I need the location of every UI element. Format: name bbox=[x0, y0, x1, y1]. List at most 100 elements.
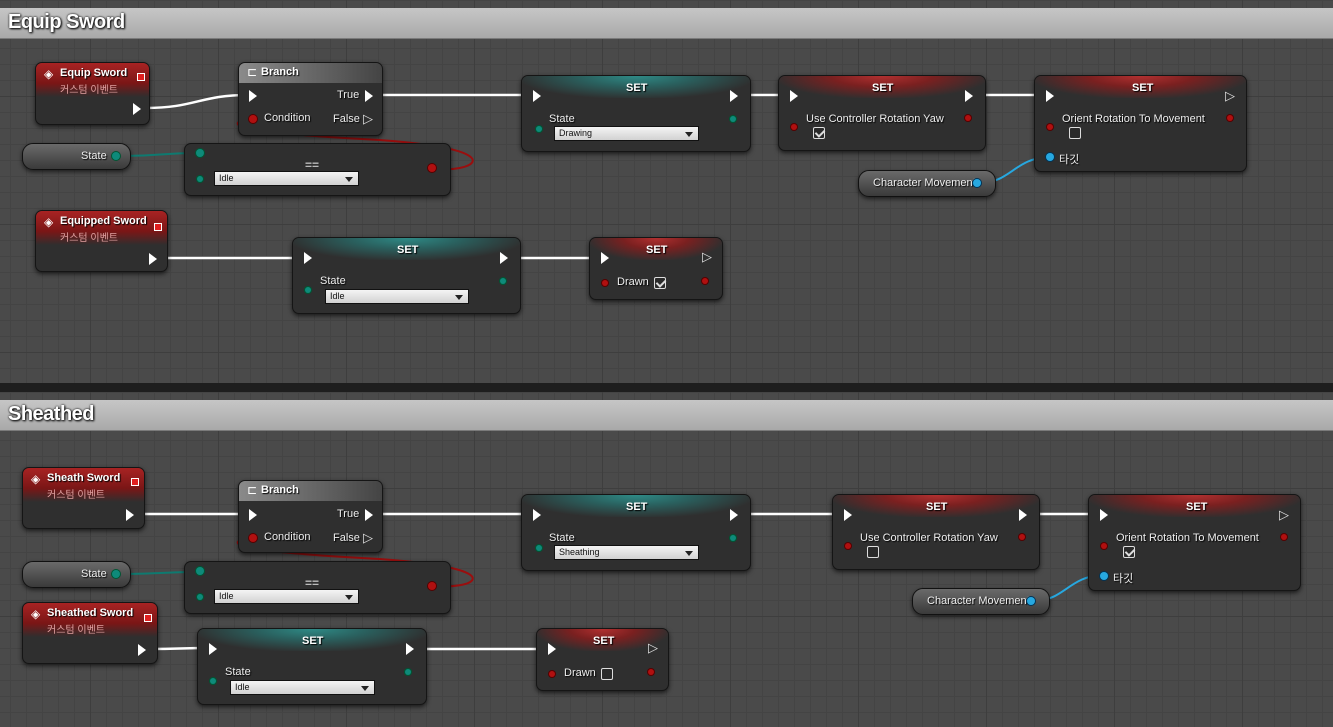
state-in-pin[interactable] bbox=[305, 287, 311, 293]
set-state-idle-node[interactable]: SET State Idle bbox=[197, 628, 427, 705]
yaw-in-pin[interactable] bbox=[845, 543, 851, 549]
state-out-pin[interactable] bbox=[112, 570, 120, 578]
state-out-pin[interactable] bbox=[405, 669, 411, 675]
exec-in-pin[interactable] bbox=[533, 509, 541, 521]
exec-out-pin[interactable] bbox=[133, 103, 141, 115]
orient-out-pin[interactable] bbox=[1227, 115, 1233, 121]
state-variable-node[interactable]: State bbox=[22, 561, 131, 588]
exec-out-pin[interactable]: ▷ bbox=[1279, 508, 1289, 521]
equals-enum-dropdown[interactable]: Idle bbox=[214, 589, 359, 604]
set-state-node[interactable]: SET State Drawing bbox=[521, 75, 751, 152]
drawn-in-pin[interactable] bbox=[549, 671, 555, 677]
condition-pin[interactable] bbox=[249, 115, 257, 123]
set-drawn-node[interactable]: SET ▷ Drawn bbox=[589, 237, 723, 300]
branch-node[interactable]: ⊏ Branch True Condition False ▷ bbox=[238, 480, 383, 553]
exec-out-pin[interactable] bbox=[730, 509, 738, 521]
set-orient-rotation-node[interactable]: SET ▷ Orient Rotation To Movement 타깃 bbox=[1088, 494, 1301, 591]
exec-out-pin[interactable] bbox=[149, 253, 157, 265]
comment-box-sheathed[interactable]: Sheathed ◈ Sheath Sword 커스텀 이벤트 ⊏ Branch… bbox=[0, 392, 1333, 727]
condition-pin[interactable] bbox=[249, 534, 257, 542]
orient-in-pin[interactable] bbox=[1047, 124, 1053, 130]
state-dropdown[interactable]: Idle bbox=[230, 680, 375, 695]
equals-in-a-pin[interactable] bbox=[196, 149, 204, 157]
exec-out-pin[interactable] bbox=[406, 643, 414, 655]
yaw-out-pin[interactable] bbox=[1019, 534, 1025, 540]
comment-box-equip-sword[interactable]: Equip Sword ◈ Equip Sword 커스텀 이벤트 ⊏ Bran… bbox=[0, 0, 1333, 384]
true-exec-pin[interactable] bbox=[365, 90, 373, 102]
orient-in-pin[interactable] bbox=[1101, 543, 1107, 549]
delegate-pin[interactable] bbox=[144, 614, 152, 622]
true-exec-pin[interactable] bbox=[365, 509, 373, 521]
exec-out-pin[interactable]: ▷ bbox=[1225, 89, 1235, 102]
equals-in-b-pin[interactable] bbox=[197, 594, 203, 600]
state-variable-node[interactable]: State bbox=[22, 143, 131, 170]
drawn-checkbox[interactable] bbox=[654, 277, 666, 289]
comment-header[interactable]: Sheathed bbox=[0, 400, 1333, 431]
drawn-in-pin[interactable] bbox=[602, 280, 608, 286]
exec-out-pin[interactable]: ▷ bbox=[702, 250, 712, 263]
exec-out-pin[interactable] bbox=[500, 252, 508, 264]
state-dropdown[interactable]: Drawing bbox=[554, 126, 699, 141]
false-exec-pin[interactable]: ▷ bbox=[363, 112, 373, 125]
equals-enum-node[interactable]: == Idle bbox=[184, 143, 451, 196]
branch-node[interactable]: ⊏ Branch True Condition False ▷ bbox=[238, 62, 383, 136]
yaw-checkbox[interactable] bbox=[867, 546, 879, 558]
exec-in-pin[interactable] bbox=[249, 90, 257, 102]
exec-in-pin[interactable] bbox=[1100, 509, 1108, 521]
drawn-out-pin[interactable] bbox=[648, 669, 654, 675]
exec-in-pin[interactable] bbox=[209, 643, 217, 655]
exec-out-pin[interactable] bbox=[1019, 509, 1027, 521]
exec-in-pin[interactable] bbox=[844, 509, 852, 521]
event-node-sheathed-sword[interactable]: ◈ Sheathed Sword 커스텀 이벤트 bbox=[22, 602, 158, 664]
state-out-pin[interactable] bbox=[500, 278, 506, 284]
exec-out-pin[interactable]: ▷ bbox=[648, 641, 658, 654]
equals-enum-dropdown[interactable]: Idle bbox=[214, 171, 359, 186]
set-state-idle-node[interactable]: SET State Idle bbox=[292, 237, 521, 314]
event-node-sheath-sword[interactable]: ◈ Sheath Sword 커스텀 이벤트 bbox=[22, 467, 145, 529]
drawn-checkbox[interactable] bbox=[601, 668, 613, 680]
state-out-pin[interactable] bbox=[730, 535, 736, 541]
delegate-pin[interactable] bbox=[154, 223, 162, 231]
exec-out-pin[interactable] bbox=[730, 90, 738, 102]
orient-out-pin[interactable] bbox=[1281, 534, 1287, 540]
equals-in-b-pin[interactable] bbox=[197, 176, 203, 182]
target-pin[interactable] bbox=[1100, 572, 1108, 580]
event-node-equip-sword[interactable]: ◈ Equip Sword 커스텀 이벤트 bbox=[35, 62, 150, 125]
set-orient-rotation-node[interactable]: SET ▷ Orient Rotation To Movement 타깃 bbox=[1034, 75, 1247, 172]
yaw-checkbox[interactable] bbox=[813, 127, 825, 139]
char-movement-out-pin[interactable] bbox=[1027, 597, 1035, 605]
state-dropdown[interactable]: Idle bbox=[325, 289, 469, 304]
set-state-node[interactable]: SET State Sheathing bbox=[521, 494, 751, 571]
exec-in-pin[interactable] bbox=[790, 90, 798, 102]
exec-out-pin[interactable] bbox=[965, 90, 973, 102]
drawn-out-pin[interactable] bbox=[702, 278, 708, 284]
exec-in-pin[interactable] bbox=[1046, 90, 1054, 102]
state-in-pin[interactable] bbox=[536, 126, 542, 132]
yaw-out-pin[interactable] bbox=[965, 115, 971, 121]
yaw-in-pin[interactable] bbox=[791, 124, 797, 130]
exec-in-pin[interactable] bbox=[533, 90, 541, 102]
exec-in-pin[interactable] bbox=[249, 509, 257, 521]
set-controller-yaw-node[interactable]: SET Use Controller Rotation Yaw bbox=[832, 494, 1040, 570]
equals-enum-node[interactable]: == Idle bbox=[184, 561, 451, 614]
state-out-pin[interactable] bbox=[112, 152, 120, 160]
false-exec-pin[interactable]: ▷ bbox=[363, 531, 373, 544]
target-pin[interactable] bbox=[1046, 153, 1054, 161]
delegate-pin[interactable] bbox=[131, 478, 139, 486]
state-out-pin[interactable] bbox=[730, 116, 736, 122]
character-movement-node[interactable]: Character Movement bbox=[912, 588, 1050, 615]
exec-in-pin[interactable] bbox=[601, 252, 609, 264]
exec-in-pin[interactable] bbox=[304, 252, 312, 264]
equals-in-a-pin[interactable] bbox=[196, 567, 204, 575]
equals-out-pin[interactable] bbox=[428, 164, 436, 172]
comment-header[interactable]: Equip Sword bbox=[0, 8, 1333, 39]
state-in-pin[interactable] bbox=[536, 545, 542, 551]
exec-out-pin[interactable] bbox=[126, 509, 134, 521]
delegate-pin[interactable] bbox=[137, 73, 145, 81]
char-movement-out-pin[interactable] bbox=[973, 179, 981, 187]
equals-out-pin[interactable] bbox=[428, 582, 436, 590]
exec-out-pin[interactable] bbox=[138, 644, 146, 656]
state-in-pin[interactable] bbox=[210, 678, 216, 684]
character-movement-node[interactable]: Character Movement bbox=[858, 170, 996, 197]
exec-in-pin[interactable] bbox=[548, 643, 556, 655]
